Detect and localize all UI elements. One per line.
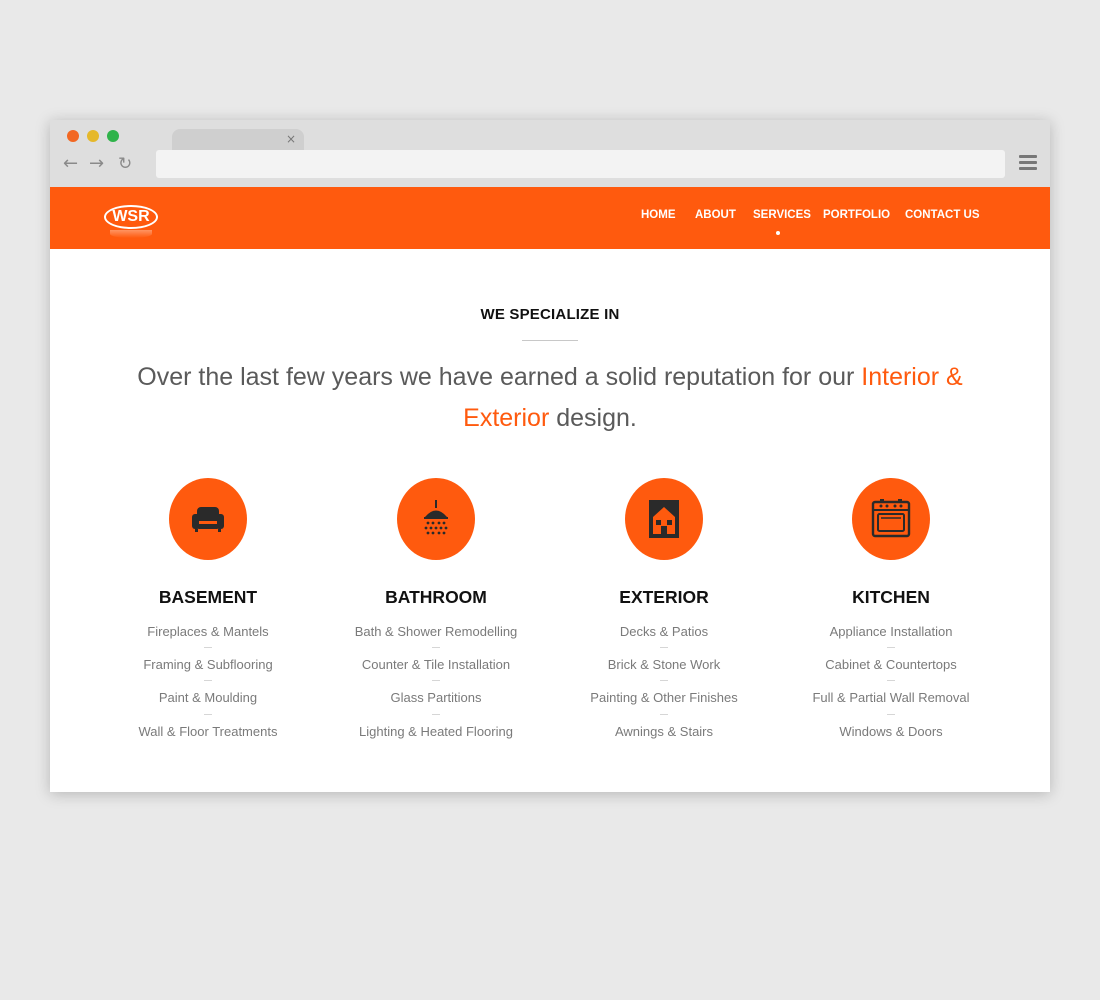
item-divider bbox=[432, 647, 440, 648]
address-bar[interactable] bbox=[156, 150, 1005, 178]
browser-tab[interactable]: × bbox=[172, 129, 304, 151]
lead-text-end: design. bbox=[549, 404, 637, 432]
maximize-window-button[interactable] bbox=[107, 130, 119, 142]
nav-contact-us[interactable]: CONTACT US bbox=[905, 209, 980, 221]
services-grid: BASEMENT Fireplaces & Mantels Framing & … bbox=[95, 478, 1005, 758]
reload-icon[interactable]: ↻ bbox=[118, 153, 132, 175]
item-divider bbox=[204, 680, 212, 681]
shower-icon bbox=[424, 500, 448, 535]
item-divider bbox=[660, 680, 668, 681]
list-item: Fireplaces & Mantels bbox=[147, 624, 269, 639]
forward-arrow-icon[interactable]: → bbox=[89, 153, 104, 175]
item-divider bbox=[887, 680, 895, 681]
service-title: BASEMENT bbox=[158, 587, 258, 607]
house-icon bbox=[649, 500, 679, 538]
service-title: EXTERIOR bbox=[619, 587, 709, 607]
list-item: Awnings & Stairs bbox=[614, 724, 714, 739]
section-title: WE SPECIALIZE IN bbox=[480, 306, 620, 323]
services-section: WE SPECIALIZE IN Over the last few years… bbox=[50, 249, 1050, 792]
item-divider bbox=[660, 647, 668, 648]
active-nav-indicator bbox=[776, 231, 780, 235]
item-divider bbox=[204, 714, 212, 715]
service-title: KITCHEN bbox=[852, 587, 930, 607]
list-item: Wall & Floor Treatments bbox=[138, 724, 278, 739]
list-item: Framing & Subflooring bbox=[143, 657, 273, 672]
service-icon-circle bbox=[397, 478, 475, 560]
hamburger-menu-icon[interactable] bbox=[1019, 155, 1037, 171]
browser-chrome: × ← → ↻ bbox=[50, 120, 1050, 187]
list-item: Brick & Stone Work bbox=[607, 657, 721, 672]
service-icon-circle bbox=[169, 478, 247, 560]
list-item: Decks & Patios bbox=[619, 624, 709, 639]
item-divider bbox=[432, 680, 440, 681]
main-nav: HOME ABOUT SERVICES PORTFOLIO CONTACT US bbox=[50, 209, 1050, 239]
list-item: Glass Partitions bbox=[390, 690, 482, 705]
list-item: Appliance Installation bbox=[829, 624, 953, 639]
service-icon-circle bbox=[852, 478, 930, 560]
back-arrow-icon[interactable]: ← bbox=[63, 153, 78, 175]
nav-services[interactable]: SERVICES bbox=[753, 209, 811, 221]
list-item: Bath & Shower Remodelling bbox=[354, 624, 518, 639]
close-window-button[interactable] bbox=[67, 130, 79, 142]
item-divider bbox=[887, 714, 895, 715]
list-item: Painting & Other Finishes bbox=[590, 690, 738, 705]
service-icon-circle bbox=[625, 478, 703, 560]
service-title: BATHROOM bbox=[385, 587, 487, 607]
minimize-window-button[interactable] bbox=[87, 130, 99, 142]
browser-window: × ← → ↻ WSR HOME ABOUT SERVICES PORTFOLI… bbox=[50, 120, 1050, 792]
list-item: Lighting & Heated Flooring bbox=[359, 724, 513, 739]
lead-text: Over the last few years we have earned a… bbox=[130, 357, 970, 439]
title-divider bbox=[522, 340, 578, 341]
lead-text-start: Over the last few years we have earned a… bbox=[137, 363, 862, 391]
nav-about[interactable]: ABOUT bbox=[695, 209, 736, 221]
armchair-icon bbox=[192, 507, 224, 532]
list-item: Paint & Moulding bbox=[158, 690, 258, 705]
item-divider bbox=[204, 647, 212, 648]
item-divider bbox=[660, 714, 668, 715]
item-divider bbox=[432, 714, 440, 715]
tab-close-icon[interactable]: × bbox=[286, 132, 296, 146]
site-header: WSR HOME ABOUT SERVICES PORTFOLIO CONTAC… bbox=[50, 187, 1050, 249]
list-item: Full & Partial Wall Removal bbox=[812, 690, 970, 705]
list-item: Cabinet & Countertops bbox=[825, 657, 957, 672]
oven-icon bbox=[871, 499, 911, 538]
list-item: Windows & Doors bbox=[839, 724, 943, 739]
nav-portfolio[interactable]: PORTFOLIO bbox=[823, 209, 890, 221]
list-item: Counter & Tile Installation bbox=[361, 657, 511, 672]
nav-home[interactable]: HOME bbox=[641, 209, 676, 221]
item-divider bbox=[887, 647, 895, 648]
